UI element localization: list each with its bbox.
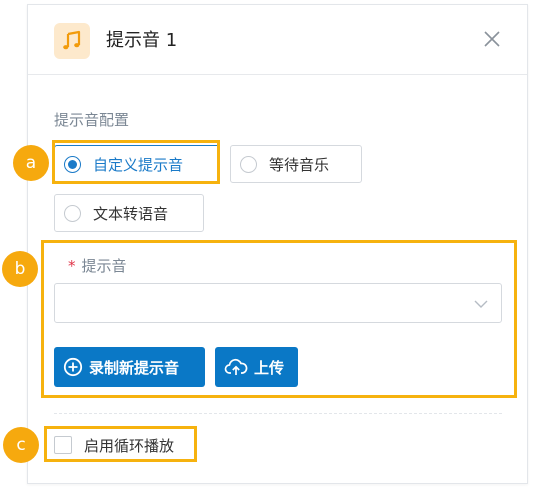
radio-option-label: 文本转语音 [93, 204, 169, 223]
plus-circle-icon [63, 357, 83, 377]
prompt-select[interactable] [54, 283, 502, 323]
loop-playback-option[interactable]: 启用循环播放 [54, 432, 174, 458]
radio-option-custom-prompt[interactable]: 自定义提示音 [54, 145, 220, 183]
cloud-upload-icon [224, 358, 248, 375]
prompt-field-label: * 提示音 [68, 255, 127, 276]
loop-playback-label: 启用循环播放 [84, 436, 175, 455]
divider [54, 413, 502, 414]
loop-playback-checkbox[interactable] [54, 436, 72, 454]
annotation-marker-c: c [3, 427, 39, 463]
music-note-icon [54, 23, 90, 59]
record-new-prompt-button[interactable]: 录制新提示音 [54, 347, 205, 387]
prompt-field-label-text: 提示音 [81, 257, 127, 275]
radio-button[interactable] [64, 204, 81, 222]
required-marker: * [68, 257, 76, 275]
close-icon[interactable] [480, 27, 504, 51]
radio-button[interactable] [240, 155, 257, 173]
section-label: 提示音配置 [54, 111, 130, 129]
radio-option-text-to-speech[interactable]: 文本转语音 [54, 194, 204, 232]
radio-option-label: 等待音乐 [269, 155, 330, 174]
upload-button-label: 上传 [254, 358, 285, 377]
dialog-title: 提示音 1 [106, 30, 178, 51]
annotation-marker-a: a [13, 145, 49, 181]
prompt-dialog: 提示音 1 提示音配置 自定义提示音 等待音乐 文本转语音 * 提示音 录制新提示… [27, 4, 528, 484]
radio-option-hold-music[interactable]: 等待音乐 [230, 145, 362, 183]
radio-button-checked[interactable] [64, 155, 81, 173]
record-button-label: 录制新提示音 [89, 358, 180, 377]
annotation-marker-b: b [2, 251, 38, 287]
chevron-down-icon [474, 300, 488, 308]
dialog-header: 提示音 1 [28, 5, 527, 75]
upload-button[interactable]: 上传 [215, 347, 298, 387]
radio-option-label: 自定义提示音 [93, 155, 184, 174]
